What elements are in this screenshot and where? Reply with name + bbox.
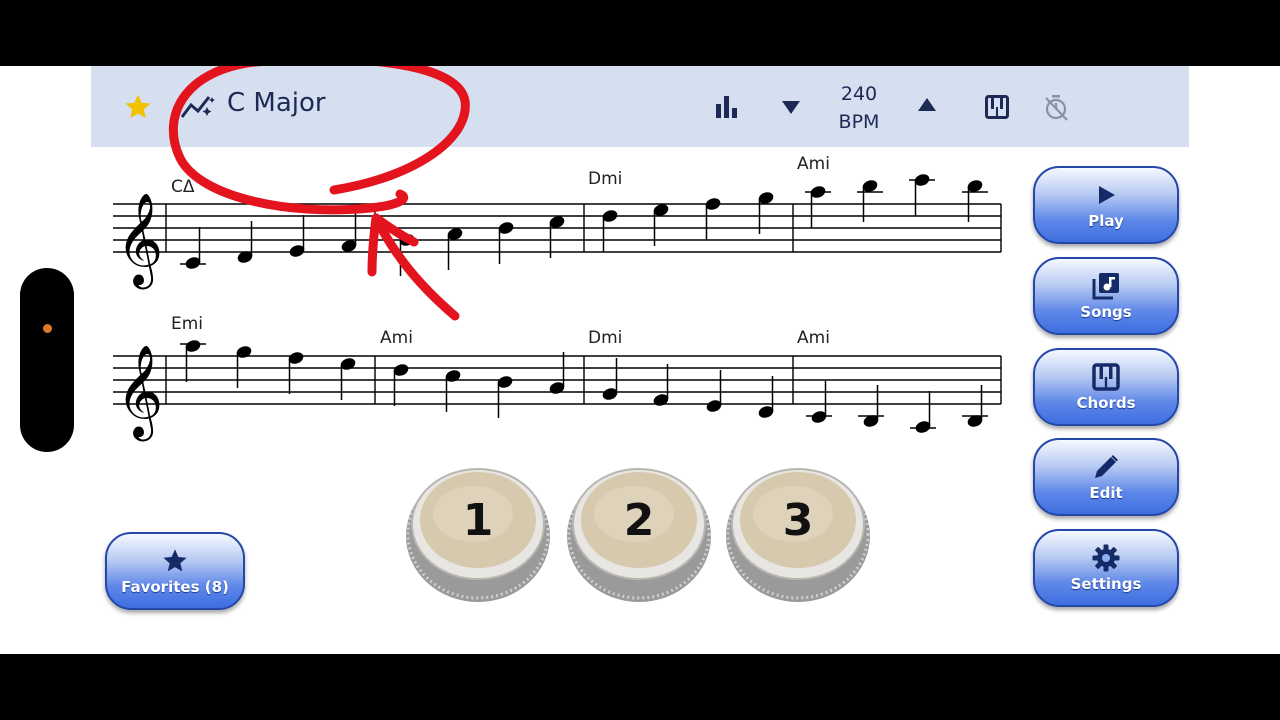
songs-label: Songs (1080, 303, 1132, 321)
staff-row-2: 𝄞 Emi Ami Dmi Ami (113, 314, 1002, 441)
knob-number: 2 (623, 494, 655, 546)
chords-label: Chords (1076, 394, 1136, 412)
treble-clef: 𝄞 (116, 192, 163, 289)
preset-knob-2[interactable]: 2 (566, 464, 712, 604)
settings-button[interactable]: Settings (1033, 529, 1179, 607)
chords-button[interactable]: Chords (1033, 348, 1179, 426)
edit-button[interactable]: Edit (1033, 438, 1179, 516)
timer-off-icon[interactable] (1041, 91, 1071, 123)
chord-label: CΔ (171, 177, 195, 197)
preset-knob-1[interactable]: 1 (405, 464, 551, 604)
play-icon (1099, 186, 1115, 204)
music-library-icon (1092, 273, 1119, 300)
treble-clef: 𝄞 (116, 344, 163, 441)
settings-label: Settings (1070, 575, 1142, 593)
preset-knob-3[interactable]: 3 (725, 464, 871, 604)
piano-icon (1092, 363, 1120, 391)
app-screen: C Major 240 BPM 𝄞 CΔ Dmi Ami 𝄞 Emi Ami D… (0, 66, 1280, 654)
chord-label: Ami (797, 328, 830, 348)
favorites-button[interactable]: Favorites (8) (105, 532, 245, 610)
edit-label: Edit (1089, 484, 1123, 502)
play-label: Play (1088, 212, 1124, 230)
chord-label: Ami (380, 328, 413, 348)
knob-number: 3 (782, 494, 814, 546)
chord-label: Dmi (588, 169, 622, 189)
chord-label: Emi (171, 314, 203, 334)
favorites-label: Favorites (8) (121, 578, 229, 596)
gear-icon (1092, 544, 1120, 572)
chord-label: Ami (797, 154, 830, 174)
pencil-icon (1095, 455, 1118, 478)
songs-button[interactable]: Songs (1033, 257, 1179, 335)
play-button[interactable]: Play (1033, 166, 1179, 244)
knob-number: 1 (462, 494, 494, 546)
chord-label: Dmi (588, 328, 622, 348)
star-icon (163, 549, 187, 572)
staff-row-1: 𝄞 CΔ Dmi Ami (113, 154, 1002, 289)
